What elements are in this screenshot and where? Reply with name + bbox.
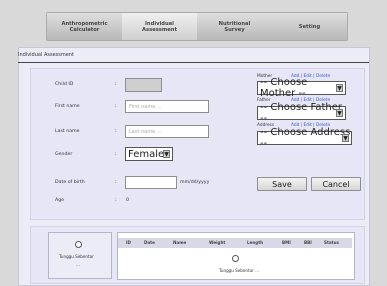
tab-label-line1: Setting: [298, 23, 321, 30]
top-nav: Anthropometric Calculator Individual Asses…: [46, 12, 348, 41]
address-select[interactable]: -- Choose Address -- ▼: [257, 127, 352, 149]
colon: :: [115, 81, 117, 87]
loading-spinner-icon: [232, 255, 239, 262]
colon: :: [115, 128, 117, 134]
table-header-cell: Length: [247, 240, 264, 245]
last-name-label: Last name: [55, 129, 80, 134]
colon: :: [115, 179, 117, 185]
mother-select[interactable]: -- Choose Mother -- ▼: [257, 77, 346, 99]
loading-text: Tunggu Sebentar: [59, 254, 94, 259]
chevron-down-icon[interactable]: ▼: [336, 109, 343, 117]
table-header-cell: Name: [173, 240, 187, 245]
mother-select-value: -- Choose Mother --: [260, 77, 308, 99]
cancel-button[interactable]: Cancel: [311, 177, 361, 191]
last-name-field[interactable]: Last name ...: [125, 125, 209, 138]
colon: :: [115, 151, 117, 157]
tab-label-line2: Assessment: [142, 26, 177, 33]
title-divider: [18, 62, 369, 63]
table-loading-text: Tunggu Sebentar ...: [219, 268, 259, 273]
dob-field[interactable]: [125, 176, 177, 189]
table-header-cell: BMI: [282, 240, 291, 245]
gender-select[interactable]: Female ▼: [125, 147, 173, 161]
loading-dots: ...: [76, 262, 80, 267]
loading-spinner-icon: [75, 241, 82, 248]
child-id-label: Child ID: [55, 82, 74, 87]
tab-nutritional-survey[interactable]: Nutritional Survey: [197, 13, 273, 40]
age-value: 0: [126, 198, 129, 203]
tab-anthropometric-calculator[interactable]: Anthropometric Calculator: [47, 13, 123, 40]
table-header-cell: Status: [324, 240, 339, 245]
save-button[interactable]: Save: [257, 177, 307, 191]
tab-individual-assessment[interactable]: Individual Assessment: [122, 13, 198, 40]
gender-label: Gender: [55, 152, 73, 157]
tab-label-line2: Calculator: [69, 26, 100, 33]
dob-label: Date of birth: [55, 180, 85, 185]
first-name-field[interactable]: First name ...: [125, 100, 209, 113]
child-id-field[interactable]: [125, 78, 162, 92]
table-header-row: ID Date Name Weight Length BMI BBI Statu…: [118, 238, 352, 248]
table-header-cell: Weight: [209, 240, 226, 245]
chevron-down-icon[interactable]: ▼: [163, 150, 170, 158]
dob-format-hint: mm/dd/yyyy: [180, 180, 210, 185]
gender-select-value: Female: [128, 148, 165, 160]
tab-setting[interactable]: Setting: [272, 13, 347, 40]
colon: :: [115, 103, 117, 109]
colon: :: [115, 197, 117, 203]
age-label: Age: [55, 198, 65, 203]
panel-title: Individual Assessment: [18, 52, 74, 58]
father-select[interactable]: -- Choose Father -- ▼: [257, 102, 346, 124]
first-name-label: First name: [55, 104, 80, 109]
address-select-value: -- Choose Address --: [260, 127, 351, 149]
table-header-cell: BBI: [304, 240, 312, 245]
chevron-down-icon[interactable]: ▼: [342, 134, 349, 142]
chevron-down-icon[interactable]: ▼: [336, 84, 343, 92]
table-header-cell: ID: [126, 240, 131, 245]
tab-label-line2: Survey: [224, 26, 245, 33]
table-header-cell: Date: [144, 240, 155, 245]
father-select-value: -- Choose Father --: [260, 102, 342, 124]
